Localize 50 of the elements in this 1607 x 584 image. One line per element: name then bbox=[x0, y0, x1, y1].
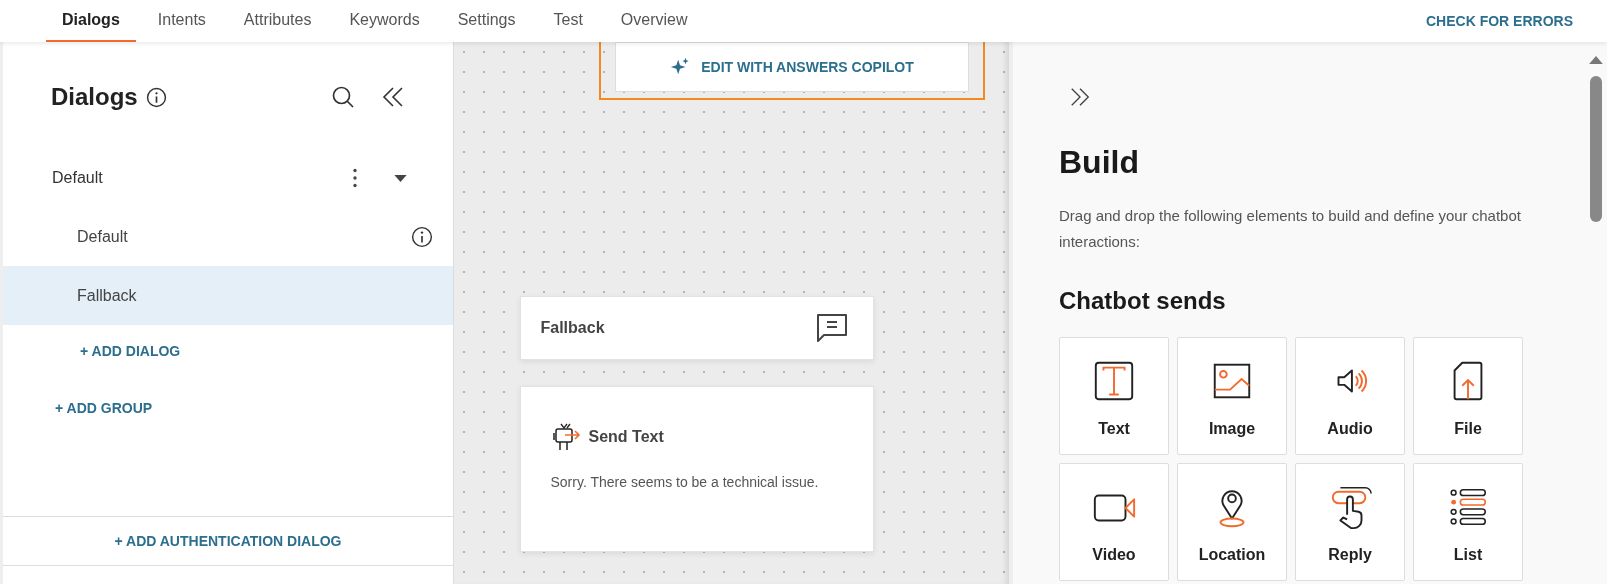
group-name[interactable]: Default bbox=[52, 169, 103, 187]
element-label: Audio bbox=[1327, 420, 1373, 438]
element-label: Reply bbox=[1328, 546, 1372, 564]
element-label: Text bbox=[1098, 420, 1130, 438]
dialog-item[interactable]: Default bbox=[3, 207, 453, 266]
scrollbar-thumb[interactable] bbox=[1590, 76, 1602, 222]
tab[interactable]: Settings bbox=[441, 0, 532, 42]
tab[interactable]: Keywords bbox=[333, 0, 436, 42]
copilot-button[interactable]: EDIT WITH ANSWERS COPILOT bbox=[614, 42, 969, 92]
robot-icon bbox=[550, 421, 583, 453]
element-label: Video bbox=[1092, 546, 1136, 564]
element-label: Location bbox=[1198, 546, 1266, 564]
caret-icon[interactable] bbox=[394, 174, 407, 182]
tab[interactable]: Intents bbox=[141, 0, 222, 42]
build-title: Build bbox=[1059, 144, 1140, 181]
node-title: Send Text bbox=[588, 428, 664, 446]
message-text: Sorry. There seems to be a technical issue. bbox=[550, 473, 820, 492]
element-tile[interactable]: Video bbox=[1059, 463, 1169, 581]
info-icon[interactable] bbox=[411, 225, 433, 248]
tab[interactable]: Test bbox=[537, 0, 599, 42]
more-options-icon[interactable] bbox=[352, 168, 358, 188]
node-title: Fallback bbox=[540, 319, 605, 337]
add-authentication-dialog-link[interactable]: + ADD AUTHENTICATION DIALOG bbox=[114, 533, 342, 549]
search-icon[interactable] bbox=[331, 85, 355, 109]
node-card[interactable]: Fallback bbox=[519, 296, 874, 360]
element-label: File bbox=[1454, 420, 1482, 438]
check-for-errors-link[interactable]: CHECK FOR ERRORS bbox=[1426, 13, 1573, 29]
element-tile[interactable]: Location bbox=[1177, 463, 1287, 581]
element-tile[interactable]: File bbox=[1413, 337, 1523, 455]
add-group-link[interactable]: + ADD GROUP bbox=[55, 400, 153, 416]
element-tile[interactable]: Text bbox=[1059, 337, 1169, 455]
scroll-up-icon[interactable] bbox=[1589, 56, 1603, 64]
element-label: Image bbox=[1208, 420, 1256, 438]
element-tile[interactable]: Image bbox=[1177, 337, 1287, 455]
element-tile[interactable]: List bbox=[1413, 463, 1523, 581]
element-label: List bbox=[1453, 546, 1483, 564]
section-title: Chatbot sends bbox=[1059, 287, 1227, 315]
element-tile[interactable]: Reply bbox=[1295, 463, 1405, 581]
sidebar-title: Dialogs bbox=[51, 83, 138, 111]
chat-bubble-icon bbox=[814, 312, 849, 344]
dialog-item[interactable]: Fallback bbox=[3, 266, 453, 325]
tab[interactable]: Overview bbox=[604, 0, 704, 42]
info-icon[interactable] bbox=[145, 86, 167, 108]
collapse-icon[interactable] bbox=[381, 85, 405, 109]
build-description: Drag and drop the following elements to build and define your chatbot interactions: bbox=[1059, 206, 1522, 252]
expand-icon[interactable] bbox=[1069, 86, 1091, 108]
tab[interactable]: Attributes bbox=[227, 0, 328, 42]
node-card[interactable]: Send Text Sorry. There seems to be a technical issue. bbox=[519, 386, 874, 552]
element-tile[interactable]: Audio bbox=[1295, 337, 1405, 455]
add-dialog-link[interactable]: + ADD DIALOG bbox=[80, 343, 181, 359]
